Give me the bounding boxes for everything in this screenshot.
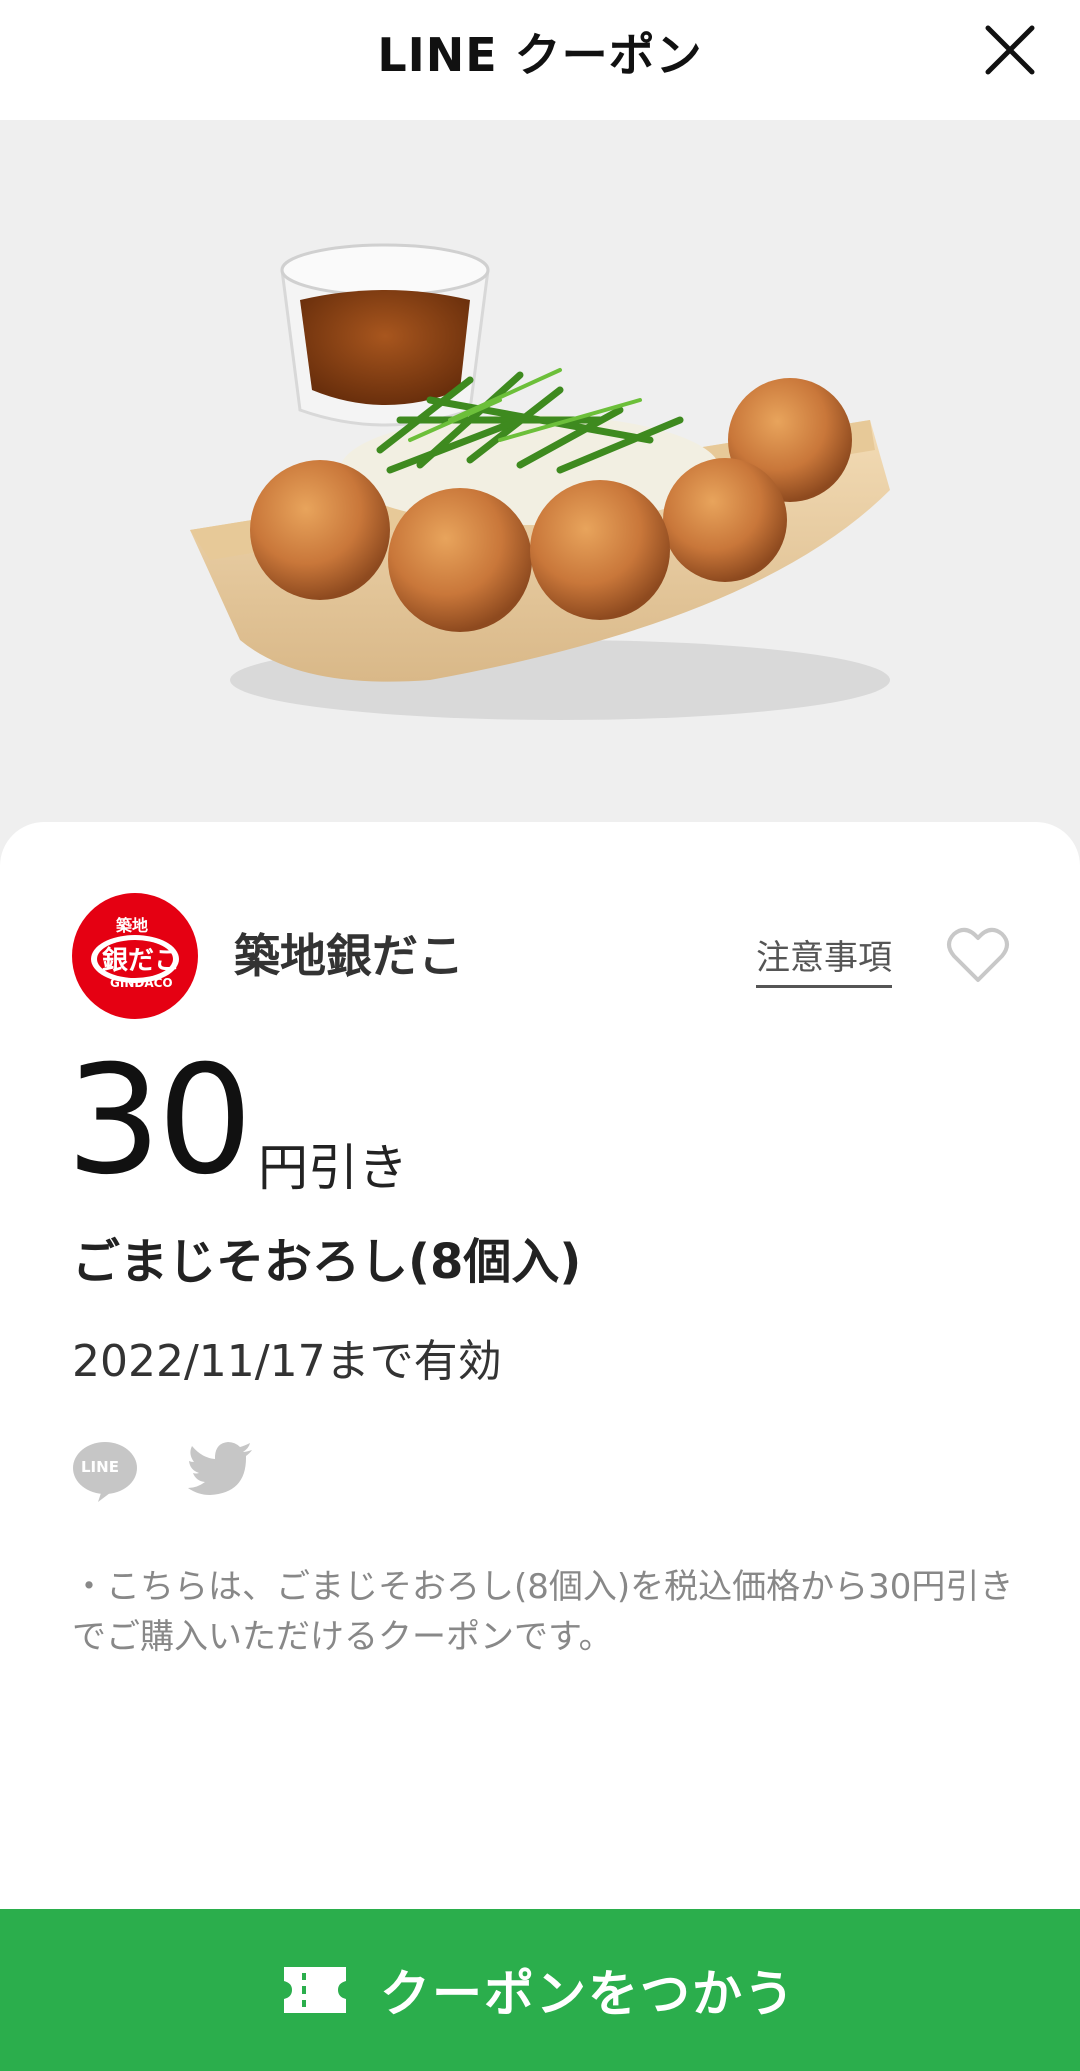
close-icon	[985, 25, 1035, 75]
heart-icon	[947, 927, 1009, 982]
header: LINE クーポン	[0, 0, 1080, 120]
favorite-button[interactable]	[946, 924, 1010, 988]
discount-amount: 30	[66, 1034, 253, 1208]
product-image	[0, 120, 1080, 880]
share-twitter-button[interactable]	[188, 1442, 254, 1500]
twitter-icon	[188, 1442, 252, 1495]
logo-text-sub: GINDACO	[110, 976, 173, 990]
page-title: LINE クーポン	[377, 28, 703, 82]
discount-unit: 円引き	[258, 1139, 408, 1197]
coupon-description: ・こちらは、ごまじそおろし(8個入)を税込価格から30円引きでご購入いただけるク…	[72, 1567, 1014, 1657]
use-coupon-button[interactable]: クーポンをつかう	[0, 1909, 1080, 2071]
share-line-button[interactable]: LINE	[72, 1440, 138, 1502]
store-name: 築地銀だこ	[234, 929, 464, 983]
line-icon-label: LINE	[81, 1458, 119, 1476]
notice-link[interactable]: 注意事項	[756, 930, 892, 988]
logo-text-main: 銀だこ	[102, 946, 181, 976]
logo-text-top: 築地	[116, 916, 149, 935]
use-coupon-label: クーポンをつかう	[380, 1965, 796, 2023]
close-button[interactable]	[982, 22, 1038, 78]
validity-date: 2022/11/17まで有効	[72, 1336, 502, 1387]
ticket-icon	[284, 1967, 346, 2013]
product-name: ごまじそおろし(8個入)	[72, 1234, 582, 1290]
